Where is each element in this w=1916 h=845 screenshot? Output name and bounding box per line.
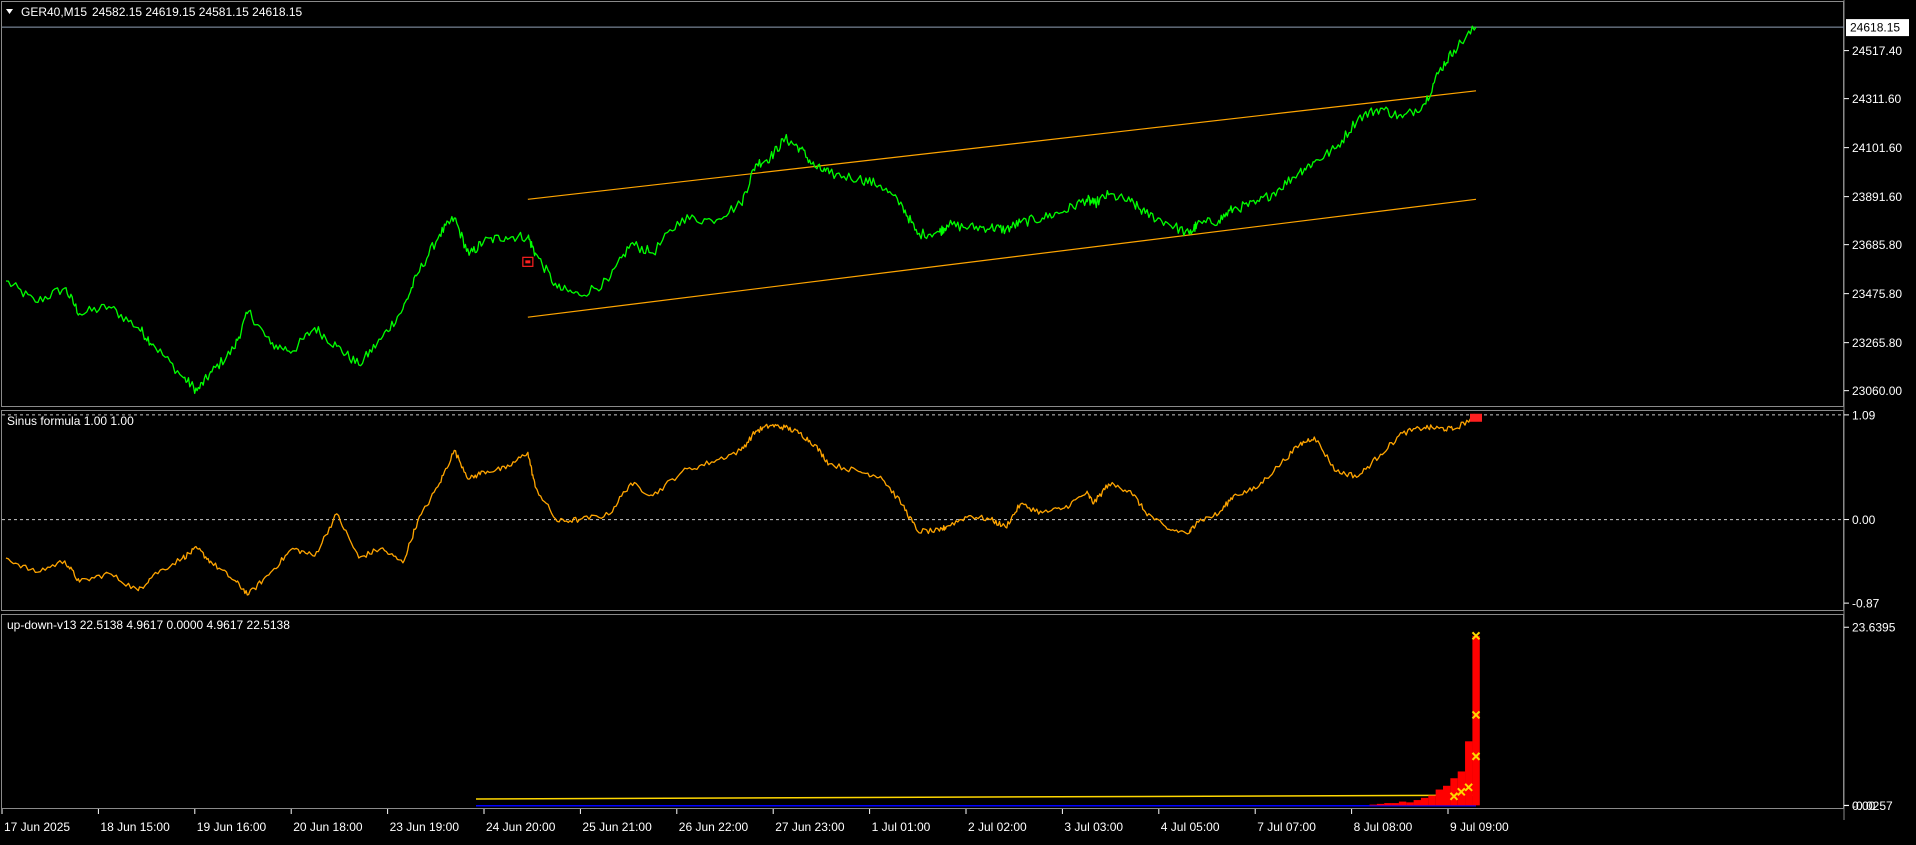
osc-y-tick-label: 1.09 [1852, 408, 1876, 422]
x-axis-tick-label: 26 Jun 22:00 [679, 820, 749, 834]
x-axis-tick-label: 27 Jun 23:00 [775, 820, 845, 834]
x-axis-tick-label: 19 Jun 16:00 [197, 820, 267, 834]
main-y-tick-label: 24517.40 [1852, 44, 1902, 58]
updown-bar [1465, 741, 1473, 806]
x-axis-tick-label: 20 Jun 18:00 [293, 820, 363, 834]
x-axis-tick-label: 4 Jul 05:00 [1161, 820, 1220, 834]
main-y-tick-label: 23475.80 [1852, 287, 1902, 301]
main-y-tick-label: 24311.60 [1852, 92, 1901, 106]
main-panel-frame [1, 1, 1844, 407]
trading-chart-window: 24517.40 24311.60 24101.60 23891.60 23685.80… [0, 0, 1916, 840]
main-y-tick-label: 23265.80 [1852, 336, 1902, 350]
oscillator-plot [2, 413, 1843, 596]
chart-canvas[interactable]: 24517.40 24311.60 24101.60 23891.60 23685.80… [0, 0, 1916, 840]
osc-red-marker [1470, 413, 1482, 422]
updown-bar [1369, 804, 1377, 806]
symbol-header[interactable]: GER40,M15 24582.15 24619.15 24581.15 246… [6, 5, 303, 19]
updown-bar [1420, 797, 1429, 806]
updown-y-tick-label: 23.6395 [1852, 621, 1896, 635]
oscillator-panel-frame [1, 410, 1844, 611]
main-y-tick-label: 23891.60 [1852, 190, 1902, 204]
updown-bar [1406, 802, 1414, 806]
main-y-tick-label: 23685.80 [1852, 238, 1902, 252]
axes: 24517.40 24311.60 24101.60 23891.60 23685.80… [1, 44, 1902, 834]
x-axis-tick-label: 8 Jul 08:00 [1354, 820, 1413, 834]
symbol-label: GER40,M15 [21, 5, 87, 19]
main-plot [5, 25, 1477, 395]
red-square-annotation-inner [525, 260, 531, 264]
x-axis-tick-label: 25 Jun 21:00 [582, 820, 652, 834]
x-axis-tick-label: 23 Jun 19:00 [390, 820, 460, 834]
updown-bar [1443, 785, 1451, 806]
x-axis-tick-label: 3 Jul 03:00 [1064, 820, 1123, 834]
updown-bar [1376, 803, 1385, 806]
updown-y-tick-label: -0.0257 [1852, 799, 1893, 813]
osc-series-line [5, 413, 1477, 596]
updown-bar [1428, 795, 1436, 806]
updown-yellow-line [475, 794, 1477, 800]
x-axis-tick-label: 2 Jul 02:00 [968, 820, 1027, 834]
updown-panel-frame [1, 614, 1844, 809]
updown-bar [1413, 800, 1421, 806]
main-y-tick-label: 24101.60 [1852, 141, 1902, 155]
x-axis-tick-label: 9 Jul 09:00 [1450, 820, 1509, 834]
updown-bar [1398, 801, 1407, 806]
updown-title: up-down-v13 22.5138 4.9617 0.0000 4.9617… [7, 618, 290, 632]
price-series-line [5, 25, 1477, 395]
triangle-down-icon[interactable] [6, 9, 13, 14]
x-axis-tick-label: 17 Jun 2025 [4, 820, 70, 834]
ohlc-values: 24582.15 24619.15 24581.15 24618.15 [92, 5, 303, 19]
updown-bar [1472, 635, 1480, 806]
updown-bar [1435, 789, 1444, 806]
osc-y-tick-label: 0.00 [1852, 513, 1876, 527]
osc-y-tick-label: -0.87 [1852, 597, 1880, 611]
updown-bar [1391, 803, 1399, 806]
updown-bar [1384, 803, 1392, 806]
updown-plot [475, 631, 1481, 807]
x-axis-tick-label: 24 Jun 20:00 [486, 820, 556, 834]
oscillator-title: Sinus formula 1.00 1.00 [7, 414, 134, 428]
main-y-tick-label: 23060.00 [1852, 384, 1902, 398]
x-axis-tick-label: 1 Jul 01:00 [872, 820, 931, 834]
x-axis-tick-label: 7 Jul 07:00 [1257, 820, 1316, 834]
price-marker-text: 24618.15 [1850, 21, 1900, 35]
channel-lower-line [527, 198, 1477, 318]
current-price-marker: 24618.15 [1846, 19, 1909, 37]
updown-bar [1450, 778, 1458, 806]
channel-upper-line [527, 90, 1477, 200]
x-axis-tick-label: 18 Jun 15:00 [100, 820, 170, 834]
